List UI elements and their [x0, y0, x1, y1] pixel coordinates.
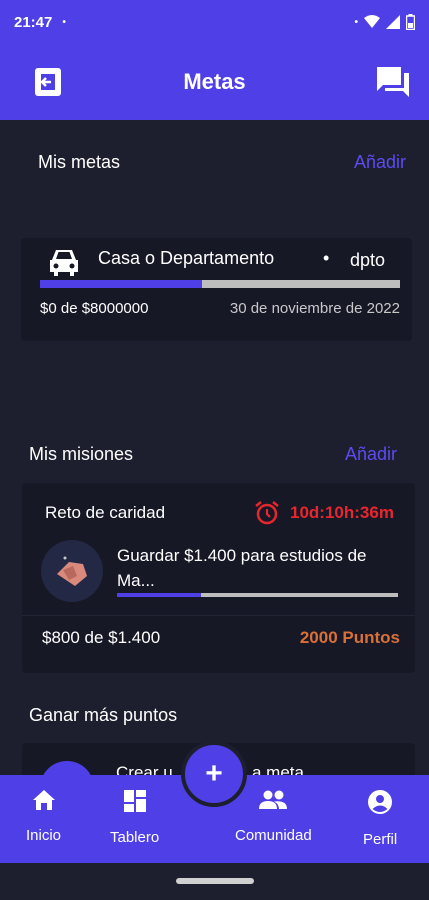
status-time: 21:47 — [14, 13, 53, 31]
battery-icon — [406, 14, 415, 30]
account-icon — [368, 790, 393, 814]
goal-card[interactable]: Casa o Departamento • dpto $0 de $800000… — [21, 238, 412, 341]
earn-item-title: Crear u — [116, 763, 173, 775]
goal-name: Casa o Departamento — [98, 248, 275, 268]
nav-item-inicio[interactable]: Inicio — [26, 789, 61, 844]
nav-label-inicio: Inicio — [26, 827, 62, 844]
status-dot-icon: • — [354, 16, 358, 28]
goal-progress-bar — [40, 280, 400, 288]
mission-timer: 10d:10h:36m — [290, 503, 394, 522]
exit-icon[interactable] — [34, 67, 62, 97]
nav-item-tablero[interactable]: Tablero — [110, 789, 159, 846]
mission-description-line2: Ma... — [117, 571, 155, 590]
nav-label-perfil: Perfil — [363, 831, 398, 848]
alarm-icon — [255, 501, 279, 525]
status-notification-dot: • — [62, 16, 66, 28]
signal-icon — [386, 15, 400, 29]
main-content: Mis metas Añadir Casa o Departamento • d… — [0, 120, 429, 775]
home-gesture-handle[interactable] — [176, 878, 254, 884]
missions-header: Mis misiones Añadir — [0, 444, 429, 465]
goals-section-title: Mis metas — [38, 152, 121, 172]
handshake-icon — [57, 556, 87, 586]
earn-item-avatar — [40, 761, 94, 775]
add-fab-button[interactable]: + — [181, 741, 247, 807]
dashboard-icon — [123, 790, 146, 812]
mission-progress-bar — [117, 593, 398, 597]
mission-description-line1: Guardar $1.400 para estudios de — [117, 546, 367, 565]
nav-label-comunidad: Comunidad — [235, 827, 312, 844]
mission-points: 2000 Puntos — [299, 628, 400, 647]
nav-item-perfil[interactable]: Perfil — [363, 789, 397, 848]
mission-avatar — [41, 540, 103, 602]
goal-progress-fill — [40, 280, 202, 288]
mission-divider — [22, 615, 415, 616]
missions-section-title: Mis misiones — [29, 444, 134, 464]
earn-item-title-end: a meta — [252, 763, 304, 775]
home-icon — [32, 790, 55, 810]
mission-progress-fill — [117, 593, 202, 597]
goal-date: 30 de noviembre de 2022 — [229, 300, 400, 317]
mission-amount: $800 de $1.400 — [42, 628, 161, 647]
chat-icon[interactable] — [375, 65, 411, 99]
status-icons: • — [354, 14, 415, 30]
goal-tag: dpto — [350, 250, 386, 270]
earn-section-title: Ganar más puntos — [29, 705, 178, 725]
mission-card[interactable]: Reto de caridad 10d:10h:36m Guardar $1.4… — [22, 483, 415, 673]
earn-header: Ganar más puntos — [0, 705, 429, 726]
mission-title: Reto de caridad — [45, 503, 166, 522]
goals-header: Mis metas Añadir — [0, 152, 429, 173]
nav-label-tablero: Tablero — [110, 829, 160, 846]
car-icon — [50, 250, 78, 276]
page-title: Metas — [183, 69, 246, 94]
people-icon — [259, 790, 288, 809]
wifi-icon — [364, 15, 380, 28]
add-goal-button[interactable]: Añadir — [354, 152, 406, 173]
add-mission-button[interactable]: Añadir — [345, 444, 397, 465]
goal-amount: $0 de $8000000 — [40, 300, 149, 317]
nav-item-comunidad[interactable]: Comunidad — [235, 789, 312, 844]
goal-separator: • — [323, 248, 330, 268]
status-bar: 21:47 • • — [0, 0, 429, 44]
app-bar: Metas — [0, 44, 429, 120]
